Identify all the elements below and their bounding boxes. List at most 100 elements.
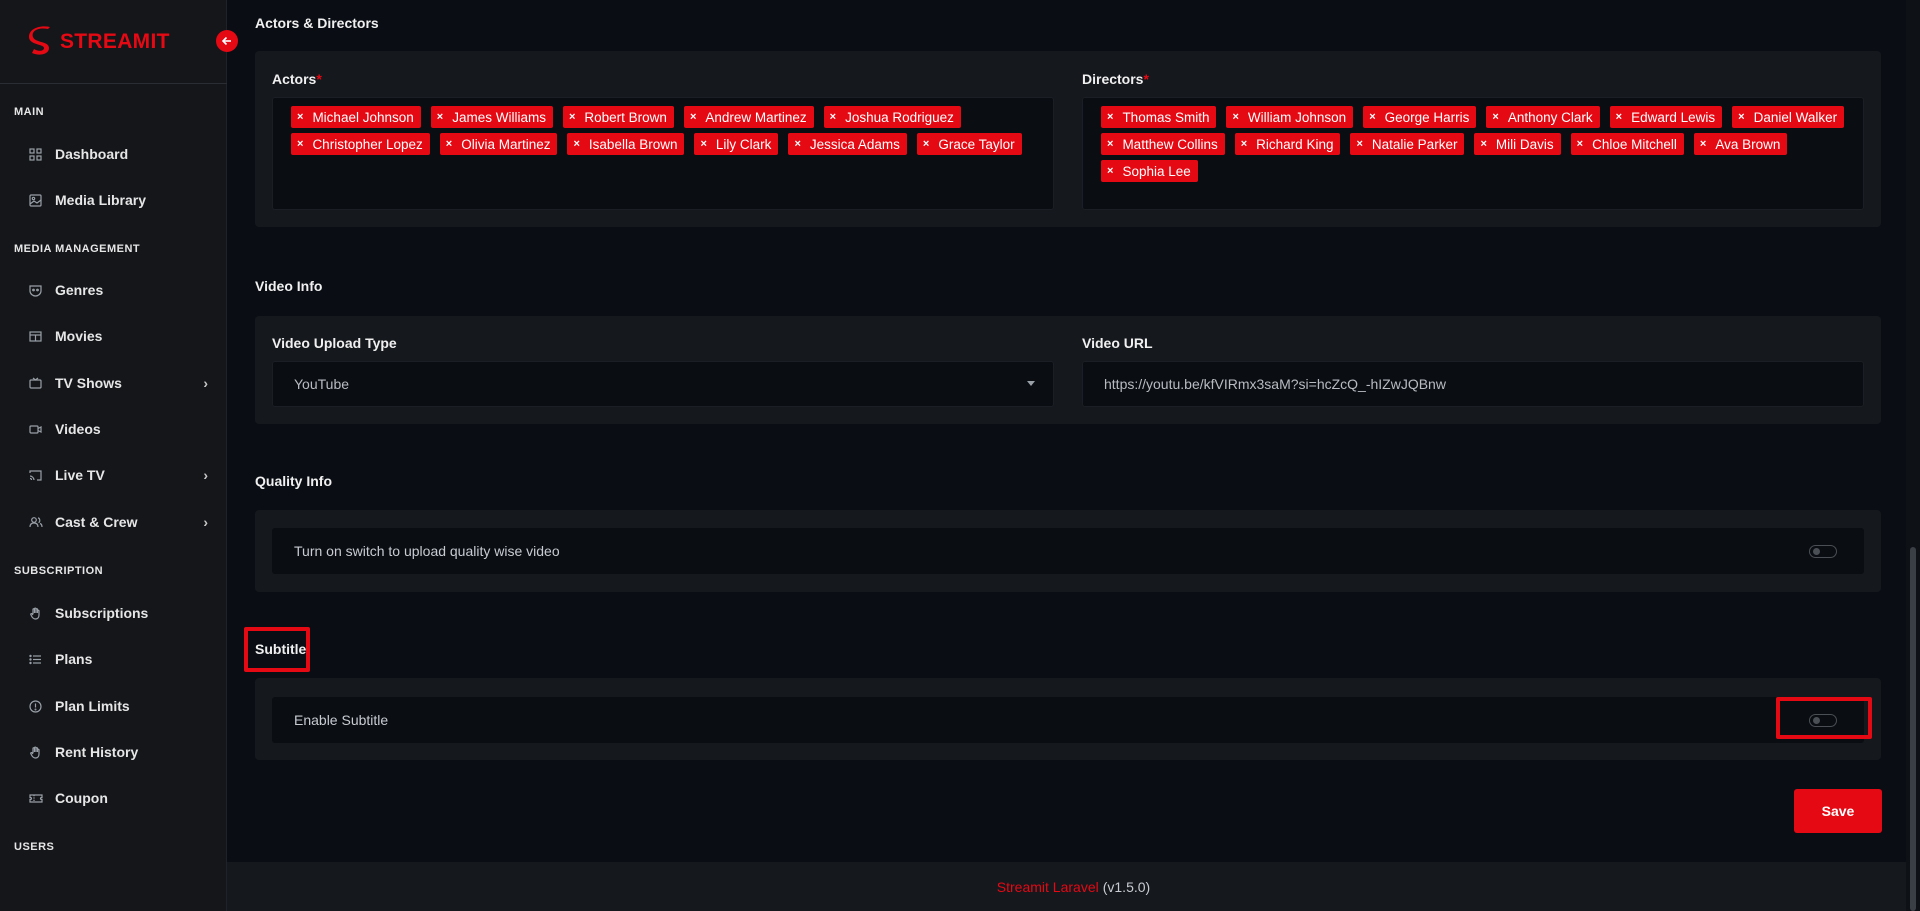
sidebar-item-cast-crew[interactable]: Cast & Crew ›	[28, 508, 208, 536]
remove-tag-icon[interactable]: ×	[1616, 111, 1622, 123]
remove-tag-icon[interactable]: ×	[573, 138, 579, 150]
director-tag-label: Thomas Smith	[1122, 109, 1210, 125]
remove-tag-icon[interactable]: ×	[1480, 138, 1486, 150]
directors-field-label: Directors*	[1082, 71, 1149, 87]
director-tag[interactable]: × Sophia Lee	[1101, 160, 1198, 182]
remove-tag-icon[interactable]: ×	[1356, 138, 1362, 150]
remove-tag-icon[interactable]: ×	[923, 138, 929, 150]
image-icon	[28, 193, 43, 208]
actor-tag[interactable]: × Robert Brown	[562, 106, 674, 128]
section-title-video-info: Video Info	[255, 278, 323, 294]
actor-tag-label: Andrew Martinez	[705, 109, 807, 125]
actor-tag[interactable]: × Isabella Brown	[567, 133, 685, 155]
remove-tag-icon[interactable]: ×	[1107, 165, 1113, 177]
sidebar-item-coupon[interactable]: Coupon	[28, 784, 208, 812]
sidebar-item-videos[interactable]: Videos	[28, 415, 208, 443]
remove-tag-icon[interactable]: ×	[1700, 138, 1706, 150]
video-url-label: Video URL	[1082, 335, 1153, 351]
actor-tag-label: Michael Johnson	[312, 109, 414, 125]
actor-tag[interactable]: × James Williams	[430, 106, 553, 128]
actor-tag[interactable]: × Christopher Lopez	[291, 133, 430, 155]
director-tag-label: Ava Brown	[1715, 136, 1781, 152]
director-tag[interactable]: × Daniel Walker	[1732, 106, 1845, 128]
actor-tag[interactable]: × Olivia Martinez	[439, 133, 558, 155]
director-tag[interactable]: × Edward Lewis	[1609, 106, 1723, 128]
sidebar-item-label: TV Shows	[55, 375, 122, 391]
section-label-users: USERS	[14, 841, 55, 853]
mask-icon	[28, 283, 43, 298]
actor-tag[interactable]: × Lily Clark	[694, 133, 779, 155]
director-tag-label: George Harris	[1384, 109, 1470, 125]
page-scrollbar[interactable]	[1906, 0, 1920, 911]
remove-tag-icon[interactable]: ×	[1577, 138, 1583, 150]
sidebar-item-plan-limits[interactable]: Plan Limits	[28, 692, 208, 720]
remove-tag-icon[interactable]: ×	[794, 138, 800, 150]
director-tag[interactable]: × William Johnson	[1226, 106, 1354, 128]
sidebar-item-movies[interactable]: Movies	[28, 322, 208, 350]
sidebar-item-label: Coupon	[55, 790, 108, 806]
subtitle-card: Enable Subtitle	[255, 678, 1881, 760]
directors-multiselect[interactable]: × Thomas Smith × William Johnson × George Har…	[1082, 97, 1864, 210]
sidebar-item-genres[interactable]: Genres	[28, 276, 208, 304]
remove-tag-icon[interactable]: ×	[569, 111, 575, 123]
video-upload-type-select[interactable]: YouTube	[272, 361, 1054, 407]
director-tag-label: Chloe Mitchell	[1592, 136, 1677, 152]
sidebar-item-live-tv[interactable]: Live TV ›	[28, 461, 208, 489]
remove-tag-icon[interactable]: ×	[1738, 111, 1744, 123]
quality-toggle[interactable]	[1809, 545, 1837, 558]
scroll-thumb[interactable]	[1910, 547, 1916, 911]
director-tag[interactable]: × Mili Davis	[1474, 133, 1561, 155]
sidebar-collapse-button[interactable]	[216, 30, 238, 52]
director-tag-label: Sophia Lee	[1122, 163, 1191, 179]
remove-tag-icon[interactable]: ×	[830, 111, 836, 123]
actor-tag[interactable]: × Grace Taylor	[916, 133, 1022, 155]
director-tag[interactable]: × Richard King	[1234, 133, 1341, 155]
director-tag[interactable]: × Anthony Clark	[1486, 106, 1600, 128]
remove-tag-icon[interactable]: ×	[437, 111, 443, 123]
save-button[interactable]: Save	[1794, 789, 1882, 833]
remove-tag-icon[interactable]: ×	[1107, 138, 1113, 150]
remove-tag-icon[interactable]: ×	[700, 138, 706, 150]
remove-tag-icon[interactable]: ×	[1232, 111, 1238, 123]
sidebar-item-rent-history[interactable]: Rent History	[28, 738, 208, 766]
director-tag[interactable]: × Chloe Mitchell	[1570, 133, 1684, 155]
actor-tag[interactable]: × Michael Johnson	[291, 106, 421, 128]
brand-logo[interactable]: STREAMIT	[28, 24, 170, 60]
video-url-input[interactable]: https://youtu.be/kfVIRmx3saM?si=hcZcQ_-h…	[1082, 361, 1864, 407]
actor-tag[interactable]: × Jessica Adams	[788, 133, 907, 155]
director-tag-label: Mili Davis	[1495, 136, 1554, 152]
sidebar-item-tv-shows[interactable]: TV Shows ›	[28, 369, 208, 397]
subtitle-toggle[interactable]	[1809, 714, 1837, 727]
actors-field-label: Actors*	[272, 71, 322, 87]
remove-tag-icon[interactable]: ×	[1107, 111, 1113, 123]
remove-tag-icon[interactable]: ×	[297, 111, 303, 123]
director-tag[interactable]: × Natalie Parker	[1350, 133, 1465, 155]
hand-icon	[28, 745, 43, 760]
director-tag[interactable]: × Matthew Collins	[1101, 133, 1225, 155]
remove-tag-icon[interactable]: ×	[446, 138, 452, 150]
people-icon	[28, 515, 43, 530]
director-tag[interactable]: × Ava Brown	[1693, 133, 1788, 155]
remove-tag-icon[interactable]: ×	[297, 138, 303, 150]
required-mark: *	[316, 71, 322, 87]
actors-multiselect[interactable]: × Michael Johnson × James Williams × Robert B…	[272, 97, 1054, 210]
sidebar-item-plans[interactable]: Plans	[28, 645, 208, 673]
footer-link[interactable]: Streamit Laravel	[997, 879, 1099, 895]
remove-tag-icon[interactable]: ×	[1241, 138, 1247, 150]
remove-tag-icon[interactable]: ×	[1369, 111, 1375, 123]
video-url-value: https://youtu.be/kfVIRmx3saM?si=hcZcQ_-h…	[1104, 376, 1446, 392]
director-tag[interactable]: × Thomas Smith	[1101, 106, 1217, 128]
footer-version: (v1.5.0)	[1102, 878, 1151, 895]
sidebar-item-label: Videos	[55, 421, 101, 437]
sidebar-item-dashboard[interactable]: Dashboard	[28, 140, 208, 168]
actor-tag[interactable]: × Andrew Martinez	[683, 106, 814, 128]
section-label-subscription: SUBSCRIPTION	[14, 565, 104, 577]
director-tag[interactable]: × George Harris	[1363, 106, 1477, 128]
sidebar: STREAMIT MAIN Dashboard Media Library ME…	[0, 0, 227, 911]
sidebar-item-media-library[interactable]: Media Library	[28, 186, 208, 214]
remove-tag-icon[interactable]: ×	[690, 111, 696, 123]
director-tag-label: Daniel Walker	[1753, 109, 1838, 125]
sidebar-item-subscriptions[interactable]: Subscriptions	[28, 599, 208, 627]
actor-tag[interactable]: × Joshua Rodriguez	[823, 106, 961, 128]
remove-tag-icon[interactable]: ×	[1492, 111, 1498, 123]
